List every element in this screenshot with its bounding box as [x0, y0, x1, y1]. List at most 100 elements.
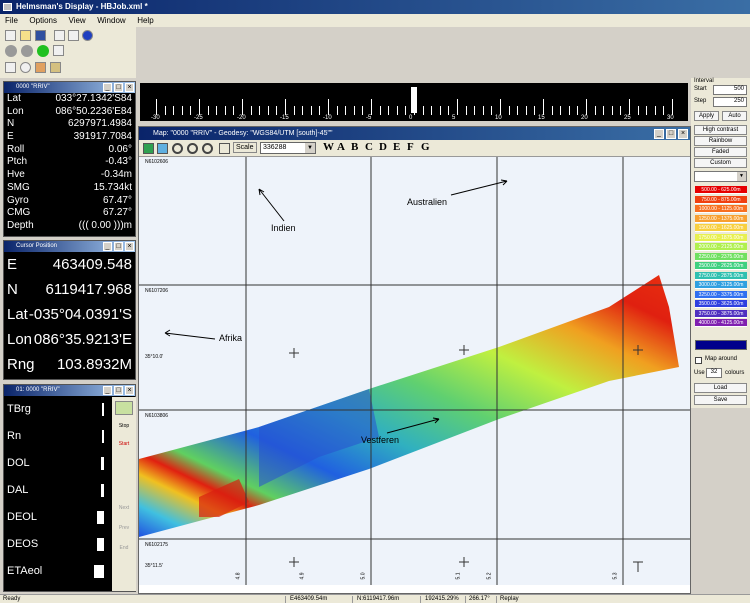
minimize-icon[interactable]: _ [654, 129, 664, 139]
layers-icon[interactable] [5, 62, 16, 73]
minimize-icon[interactable]: _ [103, 83, 112, 92]
ruler-tick [448, 106, 450, 115]
ruler-tick [302, 106, 304, 115]
scale-select[interactable]: 336288 ▼ [260, 142, 316, 154]
zoom-in-icon[interactable] [172, 143, 183, 154]
layer-button-a[interactable]: A [337, 141, 345, 153]
selected-color-swatch[interactable] [695, 340, 747, 350]
menu-window[interactable]: Window [97, 16, 125, 25]
record-off-icon[interactable] [5, 45, 17, 57]
apply-button[interactable]: Apply [694, 111, 719, 121]
layer-button-b[interactable]: B [351, 141, 358, 153]
target-icon[interactable] [20, 62, 31, 73]
next-button[interactable]: Next [112, 505, 136, 511]
ruler-tick [457, 99, 458, 115]
start-input[interactable]: 500 [713, 85, 747, 95]
menu-view[interactable]: View [69, 16, 86, 25]
close-icon[interactable]: × [125, 386, 134, 395]
end-button[interactable]: End [112, 545, 136, 551]
grid-label-northing: N6107206 [145, 288, 169, 294]
layer-button-g[interactable]: G [421, 141, 430, 153]
ruler-tick [362, 106, 364, 115]
maximize-icon[interactable]: □ [666, 129, 676, 139]
legend-item[interactable]: 3250.00 - 3375.00m [695, 290, 747, 299]
chart-icon[interactable] [50, 62, 61, 73]
value-label: Lat [7, 306, 28, 323]
legend-item[interactable]: 500.00 - 625.00m [695, 186, 747, 194]
status-mode: Replay [500, 596, 519, 602]
layer-button-w[interactable]: W [323, 141, 334, 153]
auto-button[interactable]: Auto [722, 111, 747, 121]
status-green-icon[interactable] [37, 45, 49, 57]
close-icon[interactable]: × [125, 242, 134, 251]
maximize-icon[interactable]: □ [114, 242, 123, 251]
legend-item[interactable]: 1500.00 - 1625.00m [695, 224, 747, 232]
ruler-tick [474, 106, 476, 115]
legend-item[interactable]: 3500.00 - 3625.00m [695, 300, 747, 308]
legend-item[interactable]: 2000.00 - 2125.00m [695, 243, 747, 251]
legend-item[interactable]: 2500.00 - 2625.00m [695, 262, 747, 270]
legend-item[interactable]: 1000.00 - 1125.00m [695, 205, 747, 213]
chevron-down-icon[interactable]: ▼ [305, 143, 315, 153]
ruler-tick [577, 106, 579, 115]
custom-button[interactable]: Custom [694, 158, 747, 168]
legend-item[interactable]: 4000.00 - 4125.00m [695, 319, 747, 327]
pause-icon[interactable] [21, 45, 33, 57]
legend-item[interactable]: 3750.00 - 3875.00m [695, 309, 747, 318]
status-zoom: 192415.29% [425, 596, 459, 602]
tool-icon[interactable] [68, 30, 79, 41]
pan-icon[interactable] [143, 143, 154, 154]
new-file-icon[interactable] [5, 30, 16, 41]
settings-icon[interactable] [53, 45, 64, 56]
maximize-icon[interactable]: □ [114, 386, 123, 395]
save-disk-icon[interactable] [35, 30, 46, 41]
ship-icon[interactable] [35, 62, 46, 73]
legend-item[interactable]: 1250.00 - 1375.00m [695, 214, 747, 223]
prev-button[interactable]: Prev [112, 525, 136, 531]
layer-button-d[interactable]: D [379, 141, 387, 153]
legend-item[interactable]: 3000.00 - 3125.00m [695, 281, 747, 289]
edit-icon[interactable] [54, 30, 65, 41]
zoom-fit-icon[interactable] [202, 143, 213, 154]
open-folder-icon[interactable] [20, 30, 31, 41]
load-button[interactable]: Load [694, 383, 747, 393]
legend-item[interactable]: 2250.00 - 2375.00m [695, 252, 747, 261]
guidance-map-icon[interactable] [115, 401, 133, 415]
select-icon[interactable] [157, 143, 168, 154]
step-input[interactable]: 250 [713, 97, 747, 107]
high-contrast-button[interactable]: High contrast [694, 125, 747, 135]
chevron-down-icon[interactable]: ▼ [737, 172, 746, 181]
faded-button[interactable]: Faded [694, 147, 747, 157]
menu-options[interactable]: Options [29, 16, 57, 25]
colors-count-input[interactable]: 32 [706, 368, 722, 378]
legend-item[interactable]: 1750.00 - 1875.00m [695, 233, 747, 242]
globe-icon[interactable] [82, 30, 93, 41]
map-around-checkbox[interactable] [695, 357, 702, 364]
ruler-tick [388, 106, 390, 115]
value-reading: 103.8932M [56, 356, 132, 373]
close-icon[interactable]: × [678, 129, 688, 139]
map-canvas[interactable]: N6102606 N6107206 N6103806 N6102175 35°1… [139, 157, 690, 585]
legend-item[interactable]: 750.00 - 875.00m [695, 195, 747, 204]
layer-button-f[interactable]: F [407, 141, 414, 153]
status-easting: E463409.54m [290, 596, 328, 602]
annotation-label: Indien [271, 223, 296, 233]
minimize-icon[interactable]: _ [103, 242, 112, 251]
layer-button-e[interactable]: E [393, 141, 400, 153]
close-icon[interactable]: × [125, 83, 134, 92]
legend-item[interactable]: 2750.00 - 2875.00m [695, 271, 747, 280]
rainbow-button[interactable]: Rainbow [694, 136, 747, 146]
zoom-out-icon[interactable] [187, 143, 198, 154]
menu-file[interactable]: File [5, 16, 18, 25]
bathymetry-map[interactable] [139, 157, 690, 585]
layer-button-c[interactable]: C [365, 141, 373, 153]
maximize-icon[interactable]: □ [114, 83, 123, 92]
start-button[interactable]: Start [112, 441, 136, 447]
save-button[interactable]: Save [694, 395, 747, 405]
lock-icon[interactable] [219, 143, 230, 154]
menu-help[interactable]: Help [137, 16, 153, 25]
value-reading: 086°35.9213'E [33, 331, 132, 348]
stop-button[interactable]: Stop [112, 423, 136, 429]
color-select[interactable]: ▼ [694, 171, 747, 182]
minimize-icon[interactable]: _ [103, 386, 112, 395]
